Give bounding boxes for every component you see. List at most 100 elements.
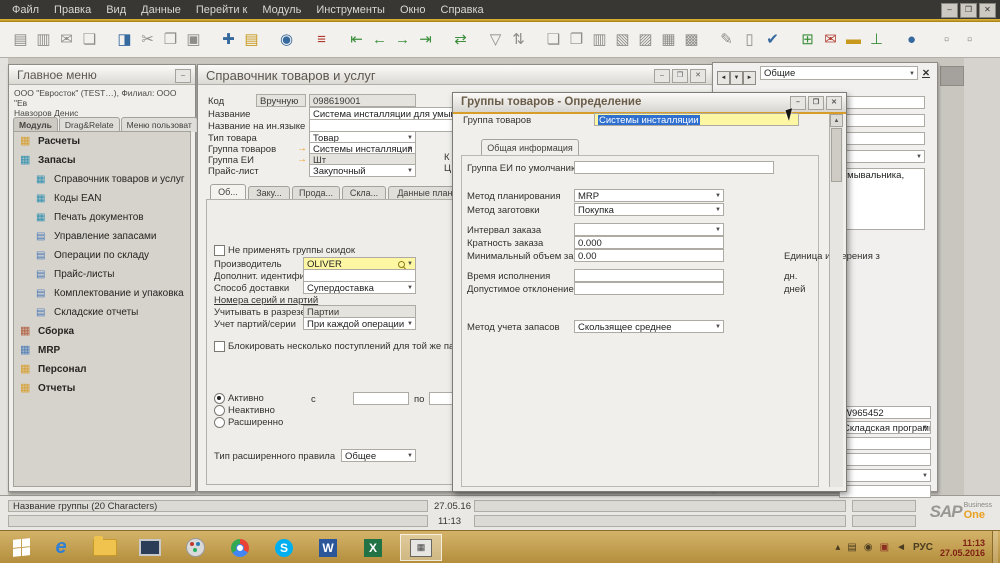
tray-chevron-icon[interactable]: ▴ [835, 542, 840, 553]
next-record-icon[interactable]: → [394, 31, 411, 48]
org-chart-icon[interactable]: ⊥ [868, 31, 885, 48]
taskbar-paint[interactable] [178, 534, 212, 561]
print-icon[interactable]: ▥ [35, 31, 52, 48]
taskbar-word[interactable]: W [311, 534, 345, 561]
journal-icon[interactable]: ▧ [614, 31, 631, 48]
tree-item-price-lists[interactable]: ▤ Прайс-листы [14, 265, 190, 284]
paste-table-icon[interactable]: ❐ [568, 31, 585, 48]
menu-window[interactable]: Окно [400, 4, 426, 16]
copy-table-icon[interactable]: ❏ [545, 31, 562, 48]
mail-report-icon[interactable]: ✉ [822, 31, 839, 48]
tray-status-icon[interactable]: ◉ [864, 542, 873, 553]
code-mode-field[interactable]: Вручную [256, 94, 306, 107]
block-receipts-checkbox[interactable] [214, 341, 225, 352]
no-discount-checkbox[interactable] [214, 245, 225, 256]
minimize-icon[interactable]: – [654, 69, 670, 83]
show-desktop-button[interactable] [992, 531, 998, 563]
tree-item-inventory[interactable]: ▦ Запасы [14, 151, 190, 170]
link-arrow-icon[interactable]: → [297, 143, 307, 154]
close-icon[interactable]: ✕ [922, 68, 930, 79]
list-icon[interactable]: ≡ [313, 31, 330, 48]
approve-icon[interactable]: ✔ [764, 31, 781, 48]
clock[interactable]: 11:13 27.05.2016 [940, 538, 985, 558]
duplicate-icon[interactable]: ▥ [591, 31, 608, 48]
taskbar-skype[interactable]: S [267, 534, 301, 561]
tab-user-menu[interactable]: Меню пользоват [120, 117, 198, 132]
advanced-radio[interactable] [214, 417, 225, 428]
close-icon[interactable]: ✕ [690, 69, 706, 83]
filter-icon[interactable]: ▽ [487, 31, 504, 48]
export-icon[interactable]: ❏ [81, 31, 98, 48]
tree-item-inventory-mgmt[interactable]: ▤ Управление запасами [14, 227, 190, 246]
table-icon[interactable]: ⊞ [799, 31, 816, 48]
grid-a-icon[interactable]: ▫ [938, 31, 955, 48]
menu-tools[interactable]: Инструменты [316, 4, 385, 16]
nav-right-icon[interactable]: ► [743, 71, 756, 85]
tray-volume-icon[interactable]: ◄ [896, 542, 906, 553]
warehouse-program-select[interactable]: Складская программа ▼ [839, 421, 931, 434]
menu-goto[interactable]: Перейти к [196, 4, 247, 16]
sort-icon[interactable]: ⇅ [510, 31, 527, 48]
previous-record-icon[interactable]: ← [371, 31, 388, 48]
minimize-icon[interactable]: – [175, 69, 191, 83]
tree-item-finance[interactable]: ▦ Расчеты [14, 132, 190, 151]
payment-icon[interactable]: ▬ [845, 31, 862, 48]
panel-field-6[interactable] [839, 485, 931, 498]
tree-item-hr[interactable]: ▦ Персонал [14, 360, 190, 379]
tree-item-ean-codes[interactable]: ▦ Коды EAN [14, 189, 190, 208]
scroll-up-icon[interactable]: ▲ [830, 114, 843, 127]
refresh-icon[interactable]: ⇄ [452, 31, 469, 48]
cut-icon[interactable]: ✂ [139, 31, 156, 48]
new-doc-icon[interactable]: ▯ [741, 31, 758, 48]
start-button[interactable] [4, 534, 38, 561]
tree-item-warehouse-ops[interactable]: ▤ Операции по складу [14, 246, 190, 265]
tray-alert-icon[interactable]: ▣ [880, 542, 889, 553]
archive-icon[interactable]: ◨ [116, 31, 133, 48]
min-order-qty-field[interactable]: 0.00 [574, 249, 724, 262]
menu-edit[interactable]: Правка [54, 4, 91, 16]
email-icon[interactable]: ✉ [58, 31, 75, 48]
default-uom-field[interactable] [574, 161, 774, 174]
side-window-tab[interactable] [940, 66, 964, 86]
menu-module[interactable]: Модуль [262, 4, 301, 16]
tree-item-item-master[interactable]: ▦ Справочник товаров и услуг [14, 170, 190, 189]
first-record-icon[interactable]: ⇤ [348, 31, 365, 48]
panel-field-5[interactable] [839, 453, 931, 466]
shipping-select[interactable]: Супердоставка ▼ [303, 281, 416, 294]
report-icon[interactable]: ▦ [660, 31, 677, 48]
last-record-icon[interactable]: ⇥ [417, 31, 434, 48]
paste-icon[interactable]: ▣ [185, 31, 202, 48]
taskbar-ie[interactable]: e [44, 534, 78, 561]
taskbar-computer[interactable] [133, 534, 167, 561]
nav-down-icon[interactable]: ▼ [730, 71, 743, 85]
tolerance-field[interactable] [574, 282, 724, 295]
menu-help[interactable]: Справка [441, 4, 484, 16]
menu-data[interactable]: Данные [141, 4, 181, 16]
globe-icon[interactable]: ● [903, 31, 920, 48]
group-name-field[interactable]: Системы инсталляции [594, 113, 799, 126]
panel-select-2[interactable]: ▼ [839, 469, 931, 482]
procurement-method-select[interactable]: Покупка ▼ [574, 203, 724, 216]
search-icon[interactable] [398, 261, 405, 268]
tab-general[interactable]: Об... [210, 184, 246, 199]
tree-item-reports[interactable]: ▦ Отчеты [14, 379, 190, 398]
preview-icon[interactable]: ▤ [12, 31, 29, 48]
copy-icon[interactable]: ❐ [162, 31, 179, 48]
tree-item-warehouse-reports[interactable]: ▤ Складские отчеты [14, 303, 190, 322]
edit-icon[interactable]: ✎ [718, 31, 735, 48]
taskbar-excel[interactable]: X [356, 534, 390, 561]
find-icon[interactable]: ◉ [278, 31, 295, 48]
tab-purchasing[interactable]: Заку... [248, 186, 290, 199]
lead-time-field[interactable] [574, 269, 724, 282]
warehouse-code-field[interactable]: W965452 [839, 406, 931, 419]
scrollbar-thumb[interactable] [831, 128, 842, 182]
view-selector[interactable]: Общие ▼ [760, 66, 918, 80]
tab-general-info[interactable]: Общая информация [481, 139, 579, 156]
tab-sales[interactable]: Прода... [292, 186, 340, 199]
taskbar-explorer[interactable] [88, 534, 122, 561]
tab-module[interactable]: Модуль [13, 117, 58, 132]
planning-method-select[interactable]: MRP ▼ [574, 189, 724, 202]
order-interval-select[interactable]: ▼ [574, 223, 724, 236]
from-field[interactable] [353, 392, 409, 405]
tab-inventory[interactable]: Скла... [342, 186, 386, 199]
